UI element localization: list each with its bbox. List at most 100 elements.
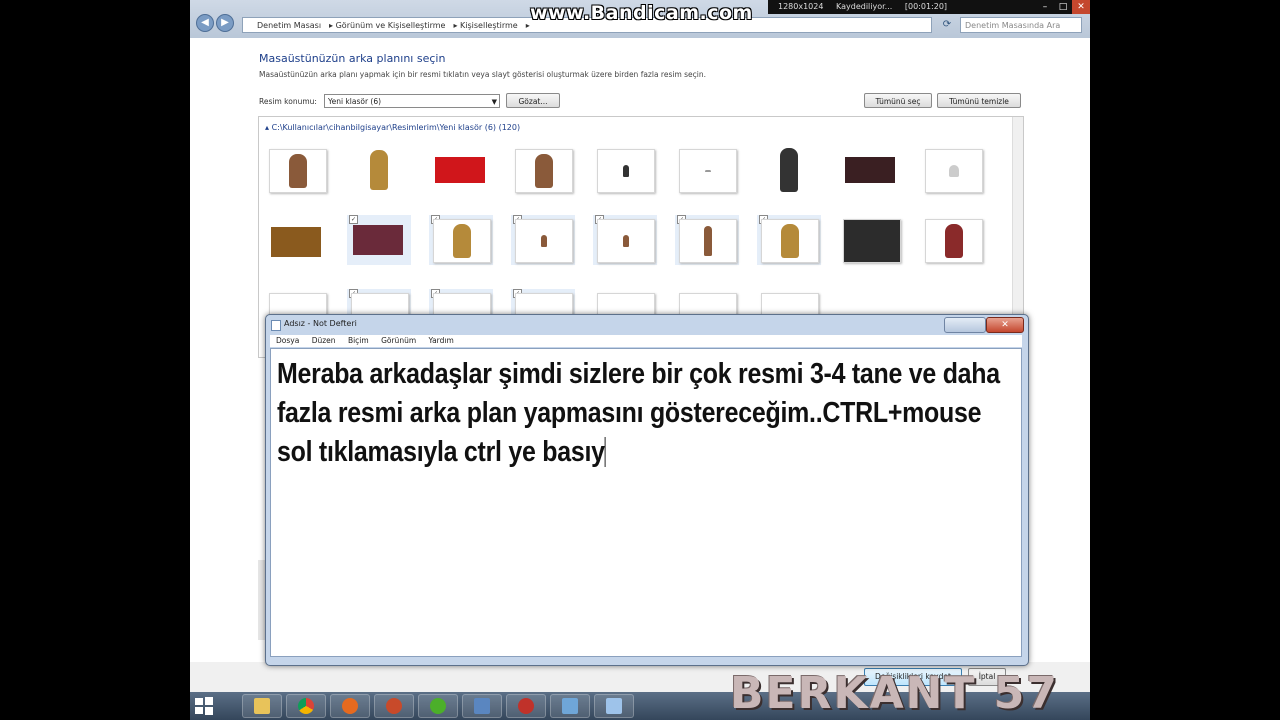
bandicam-watermark: www.Bandicam.com [530, 2, 753, 24]
wrestler-image [781, 224, 799, 258]
taskbar-explorer[interactable] [242, 694, 282, 718]
page-description: Masaüstünüzün arka planı yapmak için bir… [259, 70, 707, 79]
wallpaper-thumbnail[interactable]: ✓ [429, 215, 493, 265]
menu-item-file[interactable]: Dosya [276, 336, 299, 345]
wallpaper-image [843, 149, 899, 191]
windows-start-icon[interactable] [194, 696, 214, 716]
wallpaper-image [269, 149, 327, 193]
wallpaper-thumbnail[interactable] [511, 145, 575, 195]
wallpaper-image [269, 219, 325, 261]
wrestler-image [453, 224, 471, 258]
channel-watermark: BERKANT 57 [730, 668, 1060, 719]
wallpaper-thumbnail[interactable]: ✓ [593, 215, 657, 265]
taskbar-notepad[interactable] [594, 694, 634, 718]
wallpaper-image [515, 219, 573, 263]
taskbar-control-panel[interactable] [550, 694, 590, 718]
bandicam-icon [518, 698, 534, 714]
chrome-icon [298, 698, 314, 714]
wallpaper-thumbnail[interactable]: ✓ [675, 215, 739, 265]
wallpaper-thumbnail[interactable] [921, 145, 985, 195]
wrestler-image [704, 226, 712, 256]
wallpaper-thumbnail[interactable]: ✓ [347, 215, 411, 265]
wallpaper-thumbnail[interactable] [429, 145, 493, 195]
recorder-status: Kaydediliyor... [836, 2, 893, 11]
wallpaper-image [925, 219, 983, 263]
taskbar-recorder[interactable] [506, 694, 546, 718]
wallpaper-thumbnail[interactable] [347, 145, 411, 195]
wallpaper-thumbnail[interactable] [839, 215, 903, 265]
wallpaper-image [761, 219, 819, 263]
clear-all-button[interactable]: Tümünü temizle [937, 93, 1021, 108]
notepad-icon [271, 320, 281, 331]
maximize-icon[interactable]: □ [1054, 0, 1072, 14]
wrestler-image [623, 235, 629, 247]
firefox-icon [342, 698, 358, 714]
breadcrumb-item[interactable]: Kişiselleştirme [460, 21, 518, 30]
notepad-text-area[interactable]: Meraba arkadaşlar şimdi sizlere bir çok … [270, 348, 1022, 657]
wallpaper-image [597, 219, 655, 263]
wallpaper-thumbnail[interactable]: ✓ [757, 215, 821, 265]
page-title: Masaüstünüzün arka planını seçin [259, 52, 446, 65]
close-icon[interactable]: ✕ [1072, 0, 1090, 14]
taskbar-media[interactable] [374, 694, 414, 718]
notepad-close-icon[interactable]: ✕ [986, 317, 1024, 333]
wallpaper-thumbnail[interactable] [265, 145, 329, 195]
recorder-timer: [00:01:20] [904, 2, 948, 11]
taskbar-firefox[interactable] [330, 694, 370, 718]
wrestler-image [945, 224, 963, 258]
screen: ◀ ▶ Denetim Masası ▸ Görünüm ve Kişiselle… [190, 0, 1090, 720]
wallpaper-image [433, 149, 489, 191]
address-bar-area: ◀ ▶ Denetim Masası ▸ Görünüm ve Kişiselle… [190, 0, 1090, 38]
wallpaper-image [433, 219, 491, 263]
wallpaper-thumbnail[interactable]: ✓ [511, 215, 575, 265]
minimize-icon[interactable]: – [1036, 0, 1054, 14]
wallpaper-thumbnail[interactable] [675, 145, 739, 195]
wrestler-image [541, 235, 547, 247]
location-select-value: Yeni klasör (6) [328, 97, 382, 106]
menu-item-view[interactable]: Görünüm [381, 336, 416, 345]
wallpaper-thumbnail[interactable] [757, 145, 821, 195]
notepad-text: Meraba arkadaşlar şimdi sizlere bir çok … [277, 358, 1000, 468]
minimize-maximize-buttons[interactable] [944, 317, 986, 333]
location-label: Resim konumu: [259, 97, 317, 106]
app-icon [474, 698, 490, 714]
wallpaper-thumbnail[interactable] [593, 145, 657, 195]
notepad-menu-bar: Dosya Düzen Biçim Görünüm Yardım [270, 335, 1022, 347]
browse-button[interactable]: Gözat... [506, 93, 560, 108]
poster-image [353, 225, 403, 255]
location-select[interactable]: Yeni klasör (6) ▼ [324, 94, 500, 108]
wrestler-image [370, 150, 388, 190]
media-player-icon [386, 698, 402, 714]
wallpaper-thumbnail[interactable] [921, 215, 985, 265]
wrestler-image [705, 170, 711, 172]
utorrent-icon [430, 698, 446, 714]
taskbar-chrome[interactable] [286, 694, 326, 718]
notepad-title: Adsız - Not Defteri [284, 319, 357, 328]
forward-arrow-icon[interactable]: ▶ [216, 14, 234, 32]
taskbar-utorrent[interactable] [418, 694, 458, 718]
notepad-taskbar-icon [606, 698, 622, 714]
wallpaper-image [679, 219, 737, 263]
menu-item-edit[interactable]: Düzen [312, 336, 336, 345]
text-caret [604, 437, 606, 467]
breadcrumb-item[interactable]: Görünüm ve Kişiselleştirme [336, 21, 446, 30]
wallpaper-image [597, 149, 655, 193]
search-input[interactable]: Denetim Masasında Ara [960, 17, 1082, 33]
notepad-window: Adsız - Not Defteri ✕ Dosya Düzen Biçim … [265, 314, 1029, 666]
wrestler-image [535, 154, 553, 188]
select-all-button[interactable]: Tümünü seç [864, 93, 932, 108]
menu-item-format[interactable]: Biçim [348, 336, 369, 345]
logo-image [949, 165, 959, 177]
poster-image [271, 227, 321, 257]
refresh-icon[interactable]: ⟳ [940, 17, 954, 33]
wallpaper-thumbnail[interactable] [839, 145, 903, 195]
back-arrow-icon[interactable]: ◀ [196, 14, 214, 32]
gallery-path-text: C:\Kullanıcılar\cihanbilgisayar\Resimler… [271, 123, 521, 132]
breadcrumb-item[interactable]: Denetim Masası [257, 21, 321, 30]
wallpaper-thumbnail[interactable] [265, 215, 329, 265]
wallpaper-image [351, 219, 407, 261]
menu-item-help[interactable]: Yardım [429, 336, 454, 345]
chevron-down-icon: ▼ [491, 98, 497, 106]
wrestler-image [623, 165, 629, 177]
taskbar-app[interactable] [462, 694, 502, 718]
